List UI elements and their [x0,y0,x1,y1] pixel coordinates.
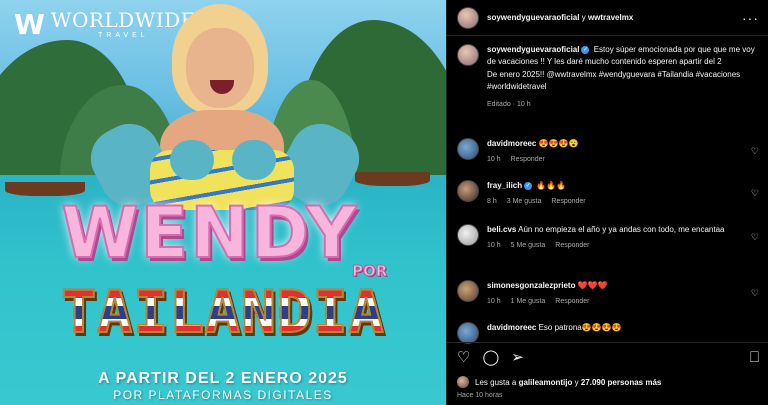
reply-button[interactable]: Responder [551,197,585,208]
comment-likes[interactable]: 3 Me gusta [507,197,542,208]
comment-item: simonesgonzalezprieto ❤️❤️❤️ 10 h 1 Me g… [457,280,759,308]
post-timestamp: Hace 10 horas [457,392,503,399]
person-face [186,28,254,108]
comment-text: ❤️❤️❤️ [577,281,608,290]
header-username[interactable]: soywendyguevaraoficial [487,13,579,22]
comment-text: 😍😍😍😮 [538,139,579,148]
comment-item: beli.cvs Aún no empieza el año y ya anda… [457,224,759,252]
liker-avatar[interactable] [457,376,469,388]
brand-w-icon: W [14,7,45,41]
comment-item: davidmoreec 😍😍😍😮 10 h Responder ♡ [457,138,759,166]
comment-username[interactable]: beli.cvs [487,225,516,234]
longtail-boat-right [355,172,430,186]
comment-icon[interactable]: ◯ [482,350,499,365]
post-header: soywendyguevaraoficial y wwtravelmx ··· [447,0,768,36]
post-side-panel: soywendyguevaraoficial y wwtravelmx ··· … [446,0,768,405]
header-names: soywendyguevaraoficial y wwtravelmx [487,13,634,22]
comment-time: 8 h [487,198,497,205]
comment-avatar[interactable] [457,280,479,302]
heart-icon[interactable]: ♡ [457,350,470,365]
platform-line: POR PLATAFORMAS DIGITALES [113,388,333,402]
brand-logo: W WORLDWIDE TRAVEL [14,10,196,39]
bookmark-icon[interactable]: ⎕ [750,350,759,365]
comment-time: 10 h [487,242,501,249]
caption-text-2: De enero 2025!! @wwtravelmx #wendyguevar… [487,69,741,92]
comment-item: davidmoreec Eso patrona😍😍😍😍 [457,322,759,344]
caption-avatar[interactable] [457,44,479,66]
header-collaborator[interactable]: wwtravelmx [588,13,633,22]
caption-username[interactable]: soywendyguevaraoficial [487,45,579,54]
comment-time: 10 h [487,298,501,305]
comment-username[interactable]: simonesgonzalezprieto [487,281,575,290]
reply-button[interactable]: Responder [511,155,545,166]
verified-badge-icon: ✓ [524,181,533,190]
hand-left [170,140,214,180]
comment-text: Eso patrona😍😍😍😍 [538,323,622,332]
comment-likes[interactable]: 1 Me gusta [511,297,546,308]
comment-username[interactable]: fray_ilich [487,181,522,190]
liker-username[interactable]: galileamontijo [519,378,573,387]
caption-meta: Editado · 10 h [487,100,531,108]
brand-sub: TRAVEL [97,32,149,39]
comment-avatar[interactable] [457,224,479,246]
comment-avatar[interactable] [457,138,479,160]
title-country: TAILANDIA [22,282,424,342]
comment-time: 10 h [487,156,501,163]
comment-username[interactable]: davidmoreec [487,323,536,332]
comment-text: 🔥🔥🔥 [536,181,567,190]
verified-badge-icon: ✓ [581,45,590,54]
post-caption: soywendyguevaraoficial ✓ Estoy súper emoc… [457,44,759,110]
comment-item: fray_ilich ✓ 🔥🔥🔥 8 h 3 Me gusta Responder… [457,180,759,208]
reply-button[interactable]: Responder [555,241,589,252]
more-horizontal-icon[interactable]: ··· [742,10,759,26]
likes-summary: Les gusta a galileamontijo y 27.090 pers… [457,376,661,388]
post-image[interactable]: W WORLDWIDE TRAVEL WENDY POR TAILANDIA A… [0,0,446,405]
comment-avatar[interactable] [457,322,479,344]
like-comment-heart-icon[interactable]: ♡ [751,288,759,299]
share-icon[interactable]: ➢ [511,350,524,365]
like-comment-heart-icon[interactable]: ♡ [751,146,759,157]
post-actions-bar: ♡ ◯ ➢ ⎕ [447,342,768,372]
comment-avatar[interactable] [457,180,479,202]
comment-text: Aún no empieza el año y ya andas con tod… [518,225,725,234]
likes-count[interactable]: 27.090 personas más [581,378,662,387]
comment-likes[interactable]: 5 Me gusta [511,241,546,252]
reply-button[interactable]: Responder [555,297,589,308]
brand-name: WORLDWIDE [50,8,196,32]
hand-right [232,140,276,180]
author-avatar[interactable] [457,6,479,29]
like-comment-heart-icon[interactable]: ♡ [751,232,759,243]
like-comment-heart-icon[interactable]: ♡ [751,188,759,199]
title-main: WENDY [60,192,359,274]
date-line: A PARTIR DEL 2 ENERO 2025 [98,370,348,387]
comment-username[interactable]: davidmoreec [487,139,536,148]
